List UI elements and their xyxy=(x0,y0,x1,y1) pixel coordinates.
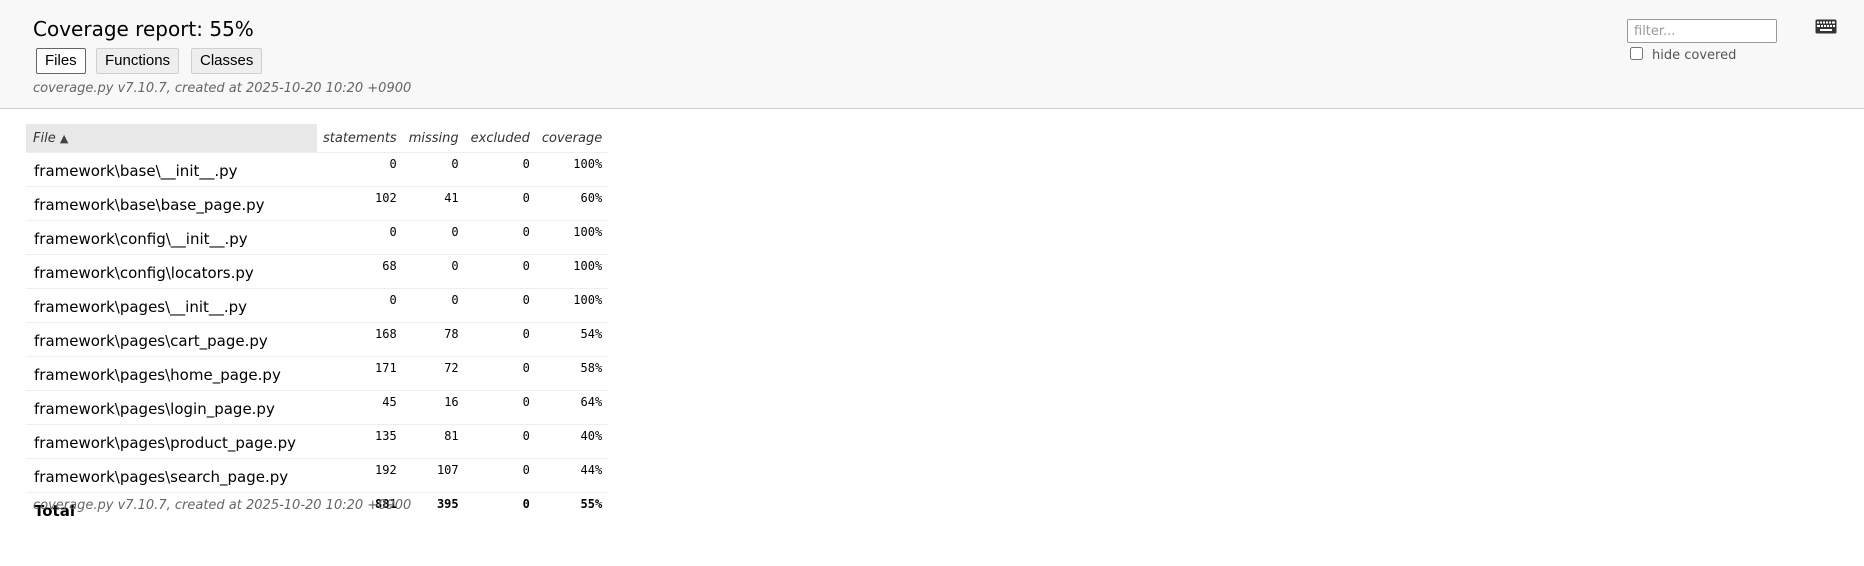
excluded-cell: 0 xyxy=(464,458,536,493)
report-header: Coverage report: 55% Files Functions Cla… xyxy=(0,0,1864,109)
coverage-table: File ▲ statements missing excluded cover… xyxy=(26,124,609,526)
total-excluded: 0 xyxy=(464,492,536,526)
excluded-cell: 0 xyxy=(464,322,536,357)
column-header-missing[interactable]: missing xyxy=(403,124,465,153)
column-header-file[interactable]: File ▲ xyxy=(26,124,317,153)
file-link[interactable]: framework\pages\search_page.py xyxy=(26,458,317,493)
coverage-cell: 100% xyxy=(535,254,609,289)
statements-cell: 68 xyxy=(317,254,403,289)
coverage-cell: 64% xyxy=(535,390,609,425)
filter-input[interactable] xyxy=(1627,19,1777,43)
table-row: framework\base\base_page.py 102 41 0 60% xyxy=(26,186,609,221)
coverage-cell: 40% xyxy=(535,424,609,459)
excluded-cell: 0 xyxy=(464,356,536,391)
coverage-cell: 100% xyxy=(535,152,609,187)
statements-cell: 0 xyxy=(317,288,403,323)
excluded-cell: 0 xyxy=(464,288,536,323)
column-header-coverage[interactable]: coverage xyxy=(536,124,608,153)
table-row: framework\pages\cart_page.py 168 78 0 54% xyxy=(26,322,609,357)
table-row: framework\pages\__init__.py 0 0 0 100% xyxy=(26,288,609,323)
column-header-file-label: File xyxy=(33,130,56,146)
statements-cell: 0 xyxy=(317,152,403,187)
coverage-cell: 54% xyxy=(535,322,609,357)
missing-cell: 16 xyxy=(402,390,465,425)
file-link[interactable]: framework\pages\home_page.py xyxy=(26,356,317,391)
table-row: framework\base\__init__.py 0 0 0 100% xyxy=(26,152,609,187)
hide-covered-checkbox[interactable] xyxy=(1630,47,1643,60)
coverage-cell: 100% xyxy=(535,220,609,255)
missing-cell: 41 xyxy=(402,186,465,221)
statements-cell: 192 xyxy=(317,458,403,493)
hide-covered-label[interactable]: hide covered xyxy=(1652,48,1736,63)
file-link[interactable]: framework\base\base_page.py xyxy=(26,186,317,221)
missing-cell: 0 xyxy=(402,220,465,255)
missing-cell: 107 xyxy=(402,458,465,493)
sort-ascending-icon: ▲ xyxy=(59,131,69,145)
missing-cell: 81 xyxy=(402,424,465,459)
excluded-cell: 0 xyxy=(464,186,536,221)
tab-classes[interactable]: Classes xyxy=(191,48,263,74)
file-link[interactable]: framework\config\locators.py xyxy=(26,254,317,289)
coverage-cell: 44% xyxy=(535,458,609,493)
statements-cell: 168 xyxy=(317,322,403,357)
tab-files[interactable]: Files xyxy=(36,48,86,74)
statements-cell: 0 xyxy=(317,220,403,255)
missing-cell: 0 xyxy=(402,288,465,323)
excluded-cell: 0 xyxy=(464,152,536,187)
column-header-statements[interactable]: statements xyxy=(317,124,403,153)
table-row: framework\pages\login_page.py 45 16 0 64% xyxy=(26,390,609,425)
page-title: Coverage report: 55% xyxy=(33,17,254,41)
missing-cell: 72 xyxy=(402,356,465,391)
file-link[interactable]: framework\base\__init__.py xyxy=(26,152,317,187)
table-header-row: File ▲ statements missing excluded cover… xyxy=(26,124,608,153)
file-link[interactable]: framework\pages\cart_page.py xyxy=(26,322,317,357)
statements-cell: 45 xyxy=(317,390,403,425)
statements-cell: 171 xyxy=(317,356,403,391)
excluded-cell: 0 xyxy=(464,390,536,425)
table-row: framework\config\locators.py 68 0 0 100% xyxy=(26,254,609,289)
total-coverage: 55% xyxy=(535,492,609,526)
missing-cell: 0 xyxy=(402,254,465,289)
file-link[interactable]: framework\config\__init__.py xyxy=(26,220,317,255)
coverage-cell: 60% xyxy=(535,186,609,221)
file-link[interactable]: framework\pages\__init__.py xyxy=(26,288,317,323)
created-info: coverage.py v7.10.7, created at 2025-10-… xyxy=(33,81,412,96)
table-row: framework\pages\product_page.py 135 81 0 40% xyxy=(26,424,609,459)
excluded-cell: 0 xyxy=(464,424,536,459)
file-link[interactable]: framework\pages\login_page.py xyxy=(26,390,317,425)
statements-cell: 135 xyxy=(317,424,403,459)
table-row: framework\pages\home_page.py 171 72 0 58% xyxy=(26,356,609,391)
excluded-cell: 0 xyxy=(464,254,536,289)
missing-cell: 78 xyxy=(402,322,465,357)
keyboard-icon[interactable] xyxy=(1815,19,1837,34)
statements-cell: 102 xyxy=(317,186,403,221)
coverage-cell: 100% xyxy=(535,288,609,323)
excluded-cell: 0 xyxy=(464,220,536,255)
footer-created-info: coverage.py v7.10.7, created at 2025-10-… xyxy=(33,498,412,513)
table-row: framework\config\__init__.py 0 0 0 100% xyxy=(26,220,609,255)
table-row: framework\pages\search_page.py 192 107 0 44% xyxy=(26,458,609,493)
missing-cell: 0 xyxy=(402,152,465,187)
tab-functions[interactable]: Functions xyxy=(96,48,180,74)
coverage-cell: 58% xyxy=(535,356,609,391)
table-body: framework\base\__init__.py 0 0 0 100% framewo… xyxy=(26,152,609,493)
file-link[interactable]: framework\pages\product_page.py xyxy=(26,424,317,459)
column-header-excluded[interactable]: excluded xyxy=(465,124,536,153)
total-missing: 395 xyxy=(402,492,465,526)
